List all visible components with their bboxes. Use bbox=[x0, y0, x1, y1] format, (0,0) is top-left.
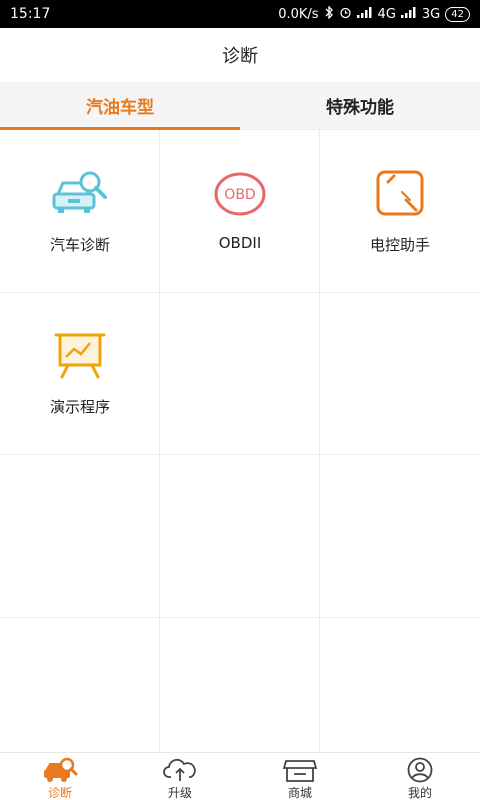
car-search-icon bbox=[50, 168, 110, 220]
signal-icon bbox=[356, 6, 373, 22]
battery-indicator: 42 bbox=[445, 6, 470, 22]
nav-label: 我的 bbox=[407, 786, 432, 800]
cloud-upgrade-icon bbox=[162, 757, 198, 783]
category-tabs: 汽油车型 特殊功能 bbox=[0, 82, 480, 130]
nav-item-store[interactable]: 商城 bbox=[240, 753, 360, 800]
bottom-navigation: 诊断 升级 商城 我的 bbox=[0, 752, 480, 800]
grid-item-label: 电控助手 bbox=[369, 236, 430, 254]
store-icon bbox=[282, 757, 318, 783]
grid-item-ecu-assistant[interactable]: 电控助手 bbox=[320, 130, 480, 292]
nav-item-profile[interactable]: 我的 bbox=[360, 753, 480, 800]
nav-label: 诊断 bbox=[47, 786, 72, 800]
signal-icon-2 bbox=[400, 6, 417, 22]
function-grid: 汽车诊断 OBD OBDII 电控助手 演示程序 bbox=[0, 130, 480, 752]
grid-item-car-diagnosis[interactable]: 汽车诊断 bbox=[0, 130, 160, 292]
tab-gasoline-models[interactable]: 汽油车型 bbox=[0, 82, 240, 130]
page-title: 诊断 bbox=[222, 46, 258, 67]
user-profile-icon bbox=[402, 757, 438, 783]
status-bar: 15:17 0.0K/s 4G 3G 42 bbox=[0, 0, 480, 28]
network-type-1: 4G bbox=[377, 6, 396, 22]
presentation-board-icon bbox=[50, 330, 110, 382]
grid-item-label: OBDII bbox=[218, 234, 262, 252]
tab-special-functions[interactable]: 特殊功能 bbox=[240, 82, 480, 129]
grid-divider bbox=[0, 617, 480, 618]
grid-divider bbox=[0, 454, 480, 455]
bluetooth-icon bbox=[324, 4, 334, 23]
car-diagnose-icon bbox=[42, 757, 78, 783]
network-type-2: 3G bbox=[421, 6, 441, 22]
network-speed: 0.0K/s bbox=[278, 6, 319, 22]
alarm-icon bbox=[339, 6, 352, 23]
status-time: 15:17 bbox=[10, 6, 51, 22]
nav-item-upgrade[interactable]: 升级 bbox=[120, 753, 240, 800]
nav-label: 升级 bbox=[167, 786, 192, 800]
tab-label: 汽油车型 bbox=[86, 98, 154, 118]
nav-item-diagnose[interactable]: 诊断 bbox=[0, 753, 120, 800]
obd-icon: OBD bbox=[210, 168, 270, 220]
grid-item-demo-program[interactable]: 演示程序 bbox=[0, 292, 160, 454]
grid-item-label: 汽车诊断 bbox=[49, 236, 110, 254]
page-title-bar: 诊断 bbox=[0, 28, 480, 82]
obd-icon-text: OBD bbox=[224, 187, 255, 203]
status-indicators: 0.0K/s 4G 3G 42 bbox=[278, 4, 470, 23]
nav-label: 商城 bbox=[287, 786, 312, 800]
ecu-assistant-icon bbox=[370, 168, 430, 220]
tab-label: 特殊功能 bbox=[326, 98, 394, 118]
grid-item-label: 演示程序 bbox=[49, 398, 110, 416]
grid-item-obdii[interactable]: OBD OBDII bbox=[160, 130, 320, 292]
